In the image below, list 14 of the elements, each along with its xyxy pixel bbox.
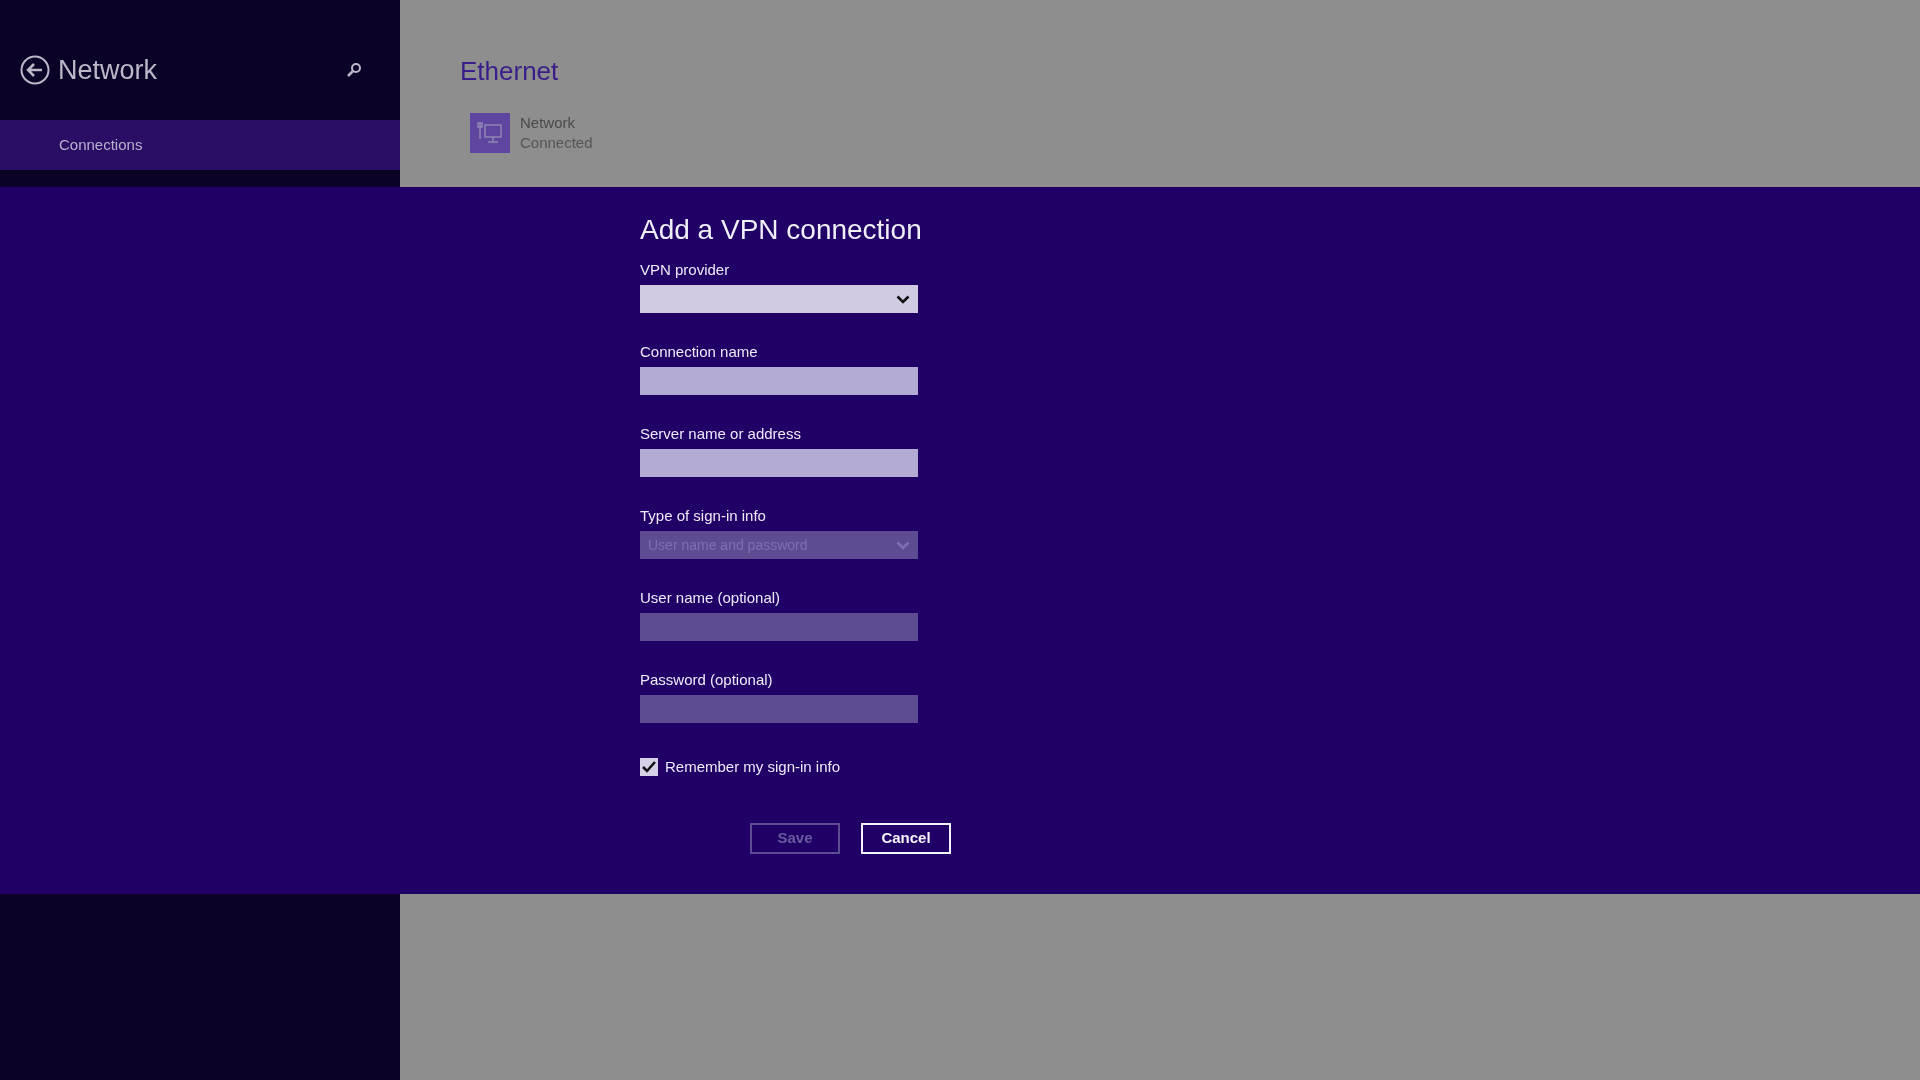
main-title: Ethernet bbox=[460, 55, 559, 88]
connection-status: Connected bbox=[520, 133, 593, 153]
sidebar-item[interactable]: Connections bbox=[0, 120, 400, 170]
dialog-title: Add a VPN connection bbox=[640, 213, 922, 247]
field-label: VPN provider bbox=[640, 260, 730, 280]
connection-name: Network bbox=[520, 113, 576, 133]
field-label: Password (optional) bbox=[640, 670, 773, 690]
sidebar-title: Network bbox=[58, 53, 158, 87]
field-label: Connection name bbox=[640, 342, 758, 362]
cancel-button[interactable]: Cancel bbox=[861, 822, 951, 854]
field-label: User name (optional) bbox=[640, 588, 781, 608]
checkbox-label: Remember my sign-in info bbox=[665, 757, 841, 777]
field-label: Type of sign-in info bbox=[640, 506, 766, 526]
field-label: Server name or address bbox=[640, 424, 801, 444]
